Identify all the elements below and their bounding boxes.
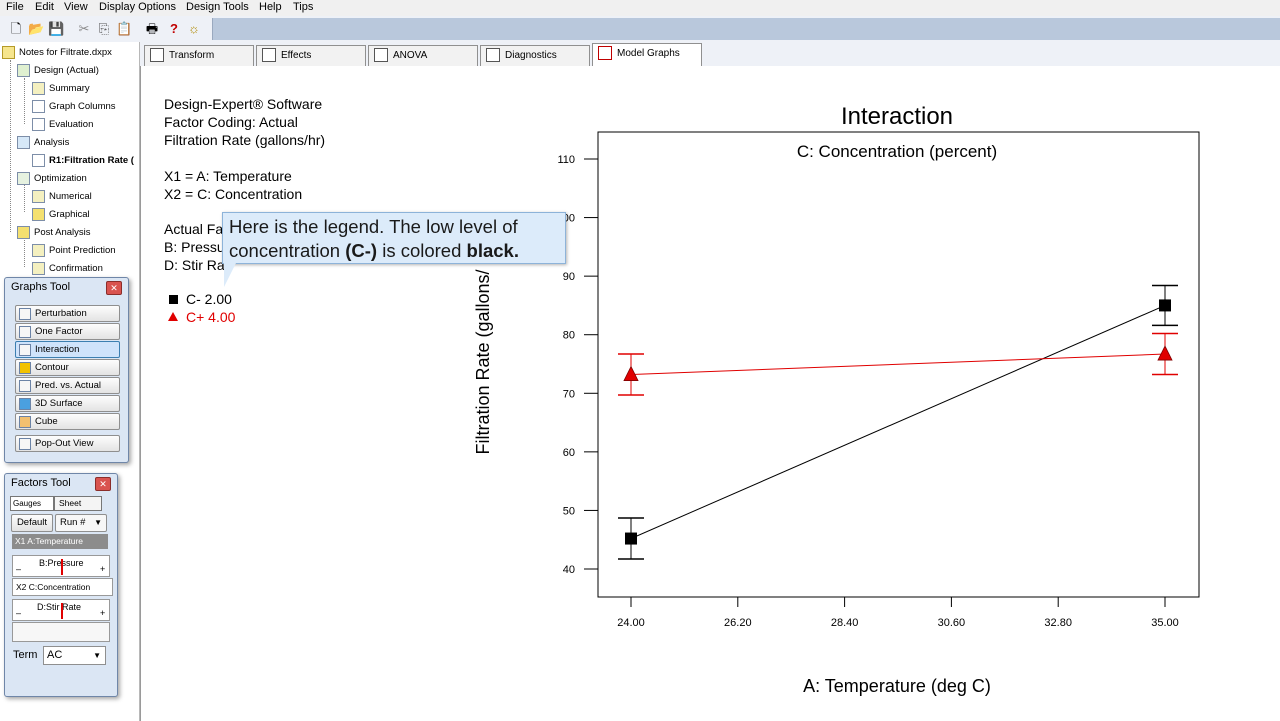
x-axis-label: A: Temperature (deg C) (803, 676, 991, 696)
y-tick-label: 50 (563, 505, 575, 517)
x-tick-label: 32.80 (1044, 617, 1072, 629)
legend-callout: Here is the legend. The low level of con… (222, 212, 566, 264)
callout-tail (224, 263, 236, 287)
x-tick-label: 26.20 (724, 617, 752, 629)
y-axis-label: Filtration Rate (gallons/ (473, 269, 493, 454)
data-point-square (625, 532, 637, 545)
y-tick-label: 110 (557, 154, 575, 166)
data-point-triangle (1157, 345, 1173, 361)
x-tick-label: 30.60 (938, 617, 966, 629)
data-point-square (1159, 299, 1171, 312)
y-tick-label: 40 (563, 564, 575, 576)
chart-title: Interaction (841, 103, 953, 130)
data-point-triangle (623, 365, 639, 381)
series-line-1 (630, 353, 1166, 376)
chart-subtitle: C: Concentration (percent) (797, 142, 997, 161)
x-tick-label: 28.40 (831, 617, 859, 629)
x-tick-label: 35.00 (1151, 617, 1179, 629)
y-tick-label: 70 (563, 388, 575, 400)
y-tick-label: 80 (563, 330, 575, 342)
interaction-chart: Interaction C: Concentration (percent) A: … (473, 103, 1200, 696)
x-tick-label: 24.00 (617, 617, 645, 629)
y-tick-label: 60 (563, 447, 575, 459)
y-tick-label: 90 (563, 271, 575, 283)
series-line-0 (630, 304, 1166, 540)
